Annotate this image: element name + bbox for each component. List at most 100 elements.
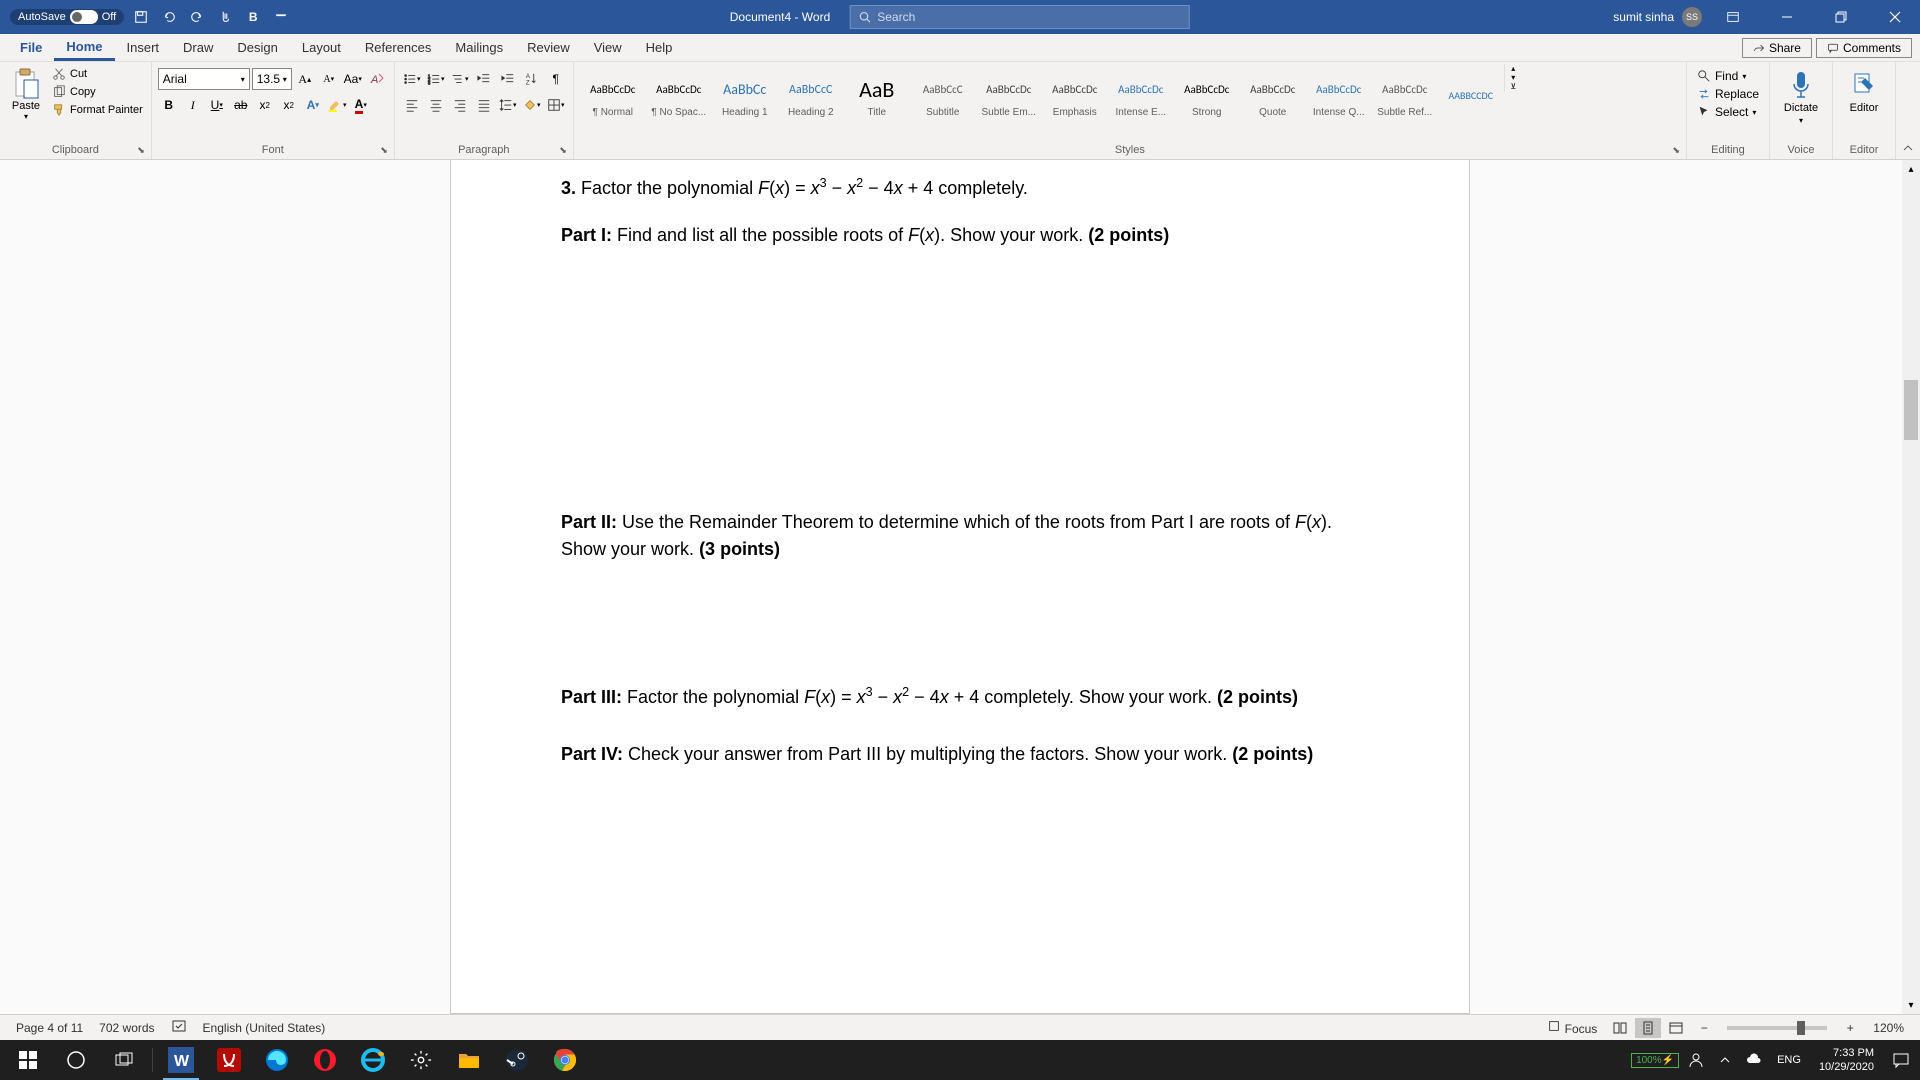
search-input[interactable] <box>877 10 1181 24</box>
tab-design[interactable]: Design <box>225 36 289 59</box>
superscript-button[interactable]: x2 <box>278 94 300 116</box>
focus-mode-button[interactable]: Focus <box>1539 1019 1605 1036</box>
align-left-icon[interactable] <box>401 94 423 116</box>
tab-help[interactable]: Help <box>634 36 685 59</box>
style-item-1[interactable]: AaBbCcDc¶ No Spac... <box>646 64 712 126</box>
user-avatar[interactable]: SS <box>1682 7 1702 27</box>
strikethrough-button[interactable]: ab <box>230 94 252 116</box>
change-case-icon[interactable]: Aa▾ <box>342 68 364 90</box>
decrease-font-icon[interactable]: A▾ <box>318 68 340 90</box>
editor-button[interactable]: Editor <box>1839 64 1889 114</box>
onedrive-icon[interactable] <box>1739 1040 1769 1080</box>
font-name-input[interactable]: Arial▾ <box>158 68 250 90</box>
scroll-up-icon[interactable]: ▴ <box>1902 160 1920 178</box>
collapse-ribbon-icon[interactable] <box>1896 62 1920 159</box>
paste-button[interactable]: Paste ▾ <box>6 64 46 121</box>
language-indicator[interactable]: English (United States) <box>195 1021 334 1035</box>
line-spacing-icon[interactable]: ▾ <box>497 94 519 116</box>
taskbar-word-icon[interactable]: W <box>157 1040 205 1080</box>
bold-button[interactable]: B <box>158 94 180 116</box>
justify-icon[interactable] <box>473 94 495 116</box>
taskbar-acrobat-icon[interactable] <box>205 1040 253 1080</box>
style-item-12[interactable]: AaBbCcDcSubtle Ref... <box>1372 64 1438 126</box>
scroll-down-icon[interactable]: ▾ <box>1902 996 1920 1014</box>
taskbar-steam-icon[interactable] <box>493 1040 541 1080</box>
font-size-input[interactable]: 13.5▾ <box>252 68 292 90</box>
style-item-9[interactable]: AaBbCcDcStrong <box>1174 64 1240 126</box>
style-item-10[interactable]: AaBbCcDcQuote <box>1240 64 1306 126</box>
style-item-11[interactable]: AaBbCcDcIntense Q... <box>1306 64 1372 126</box>
clock[interactable]: 7:33 PM 10/29/2020 <box>1809 1046 1884 1075</box>
borders-icon[interactable]: ▾ <box>545 94 567 116</box>
sort-icon[interactable]: AZ <box>521 68 543 90</box>
style-item-5[interactable]: AaBbCcCSubtitle <box>910 64 976 126</box>
read-mode-icon[interactable] <box>1607 1018 1633 1038</box>
format-painter-button[interactable]: Format Painter <box>50 102 145 118</box>
zoom-in-icon[interactable]: + <box>1837 1018 1863 1038</box>
qat-more-icon[interactable] <box>270 6 292 28</box>
tray-chevron-icon[interactable] <box>1713 1040 1737 1080</box>
multilevel-icon[interactable]: ▾ <box>449 68 471 90</box>
page-indicator[interactable]: Page 4 of 11 <box>8 1021 91 1035</box>
tab-mailings[interactable]: Mailings <box>443 36 515 59</box>
style-item-3[interactable]: AaBbCcCHeading 2 <box>778 64 844 126</box>
styles-more-button[interactable]: ▴▾⊻ <box>1504 64 1522 91</box>
touch-mode-icon[interactable] <box>214 6 236 28</box>
taskbar-explorer-icon[interactable] <box>445 1040 493 1080</box>
share-button[interactable]: Share <box>1742 38 1812 58</box>
style-item-13[interactable]: AABBCCDC <box>1438 64 1504 126</box>
style-item-2[interactable]: AaBbCcHeading 1 <box>712 64 778 126</box>
clipboard-launcher-icon[interactable]: ⬊ <box>137 145 145 156</box>
tab-view[interactable]: View <box>582 36 634 59</box>
text-effects-icon[interactable]: A▾ <box>302 94 324 116</box>
close-icon[interactable] <box>1872 0 1918 34</box>
tab-layout[interactable]: Layout <box>290 36 353 59</box>
taskbar-settings-icon[interactable] <box>397 1040 445 1080</box>
subscript-button[interactable]: x2 <box>254 94 276 116</box>
bullets-icon[interactable]: ▾ <box>401 68 423 90</box>
tab-review[interactable]: Review <box>515 36 582 59</box>
tab-references[interactable]: References <box>353 36 443 59</box>
style-item-8[interactable]: AaBbCcDcIntense E... <box>1108 64 1174 126</box>
word-count[interactable]: 702 words <box>91 1021 162 1035</box>
bold-qat-icon[interactable]: B <box>242 6 264 28</box>
autosave-switch[interactable] <box>70 10 98 24</box>
italic-button[interactable]: I <box>182 94 204 116</box>
language-indicator-tray[interactable]: ENG <box>1771 1040 1807 1080</box>
paragraph-launcher-icon[interactable]: ⬊ <box>559 145 567 156</box>
redo-icon[interactable] <box>186 6 208 28</box>
copy-button[interactable]: Copy <box>50 84 145 100</box>
zoom-out-icon[interactable]: − <box>1691 1018 1717 1038</box>
vertical-scrollbar[interactable]: ▴ ▾ <box>1902 160 1920 1014</box>
increase-indent-icon[interactable] <box>497 68 519 90</box>
user-name[interactable]: sumit sinha <box>1613 10 1674 24</box>
style-item-4[interactable]: AaBTitle <box>844 64 910 126</box>
show-marks-icon[interactable]: ¶ <box>545 68 567 90</box>
align-right-icon[interactable] <box>449 94 471 116</box>
align-center-icon[interactable] <box>425 94 447 116</box>
style-item-7[interactable]: AaBbCcDcEmphasis <box>1042 64 1108 126</box>
zoom-level[interactable]: 120% <box>1865 1021 1912 1035</box>
people-icon[interactable] <box>1681 1040 1711 1080</box>
tab-insert[interactable]: Insert <box>115 36 172 59</box>
cortana-icon[interactable] <box>52 1040 100 1080</box>
shading-icon[interactable]: ▾ <box>521 94 543 116</box>
tab-home[interactable]: Home <box>54 35 114 61</box>
document-content[interactable]: 3. Factor the polynomial F(x) = x3 − x2 … <box>561 160 1359 768</box>
decrease-indent-icon[interactable] <box>473 68 495 90</box>
tab-file[interactable]: File <box>8 36 54 59</box>
dictate-button[interactable]: Dictate ▾ <box>1776 64 1826 125</box>
highlight-icon[interactable]: ▾ <box>326 94 348 116</box>
font-launcher-icon[interactable]: ⬊ <box>380 145 388 156</box>
find-button[interactable]: Find ▾ <box>1693 68 1750 84</box>
minimize-icon[interactable] <box>1764 0 1810 34</box>
zoom-slider-thumb[interactable] <box>1797 1021 1805 1035</box>
scroll-thumb[interactable] <box>1904 380 1918 440</box>
select-button[interactable]: Select ▾ <box>1693 104 1760 120</box>
start-button[interactable] <box>4 1040 52 1080</box>
print-layout-icon[interactable] <box>1635 1018 1661 1038</box>
taskbar-ie-icon[interactable] <box>349 1040 397 1080</box>
zoom-slider[interactable] <box>1727 1026 1827 1030</box>
taskbar-chrome-icon[interactable] <box>541 1040 589 1080</box>
undo-icon[interactable] <box>158 6 180 28</box>
